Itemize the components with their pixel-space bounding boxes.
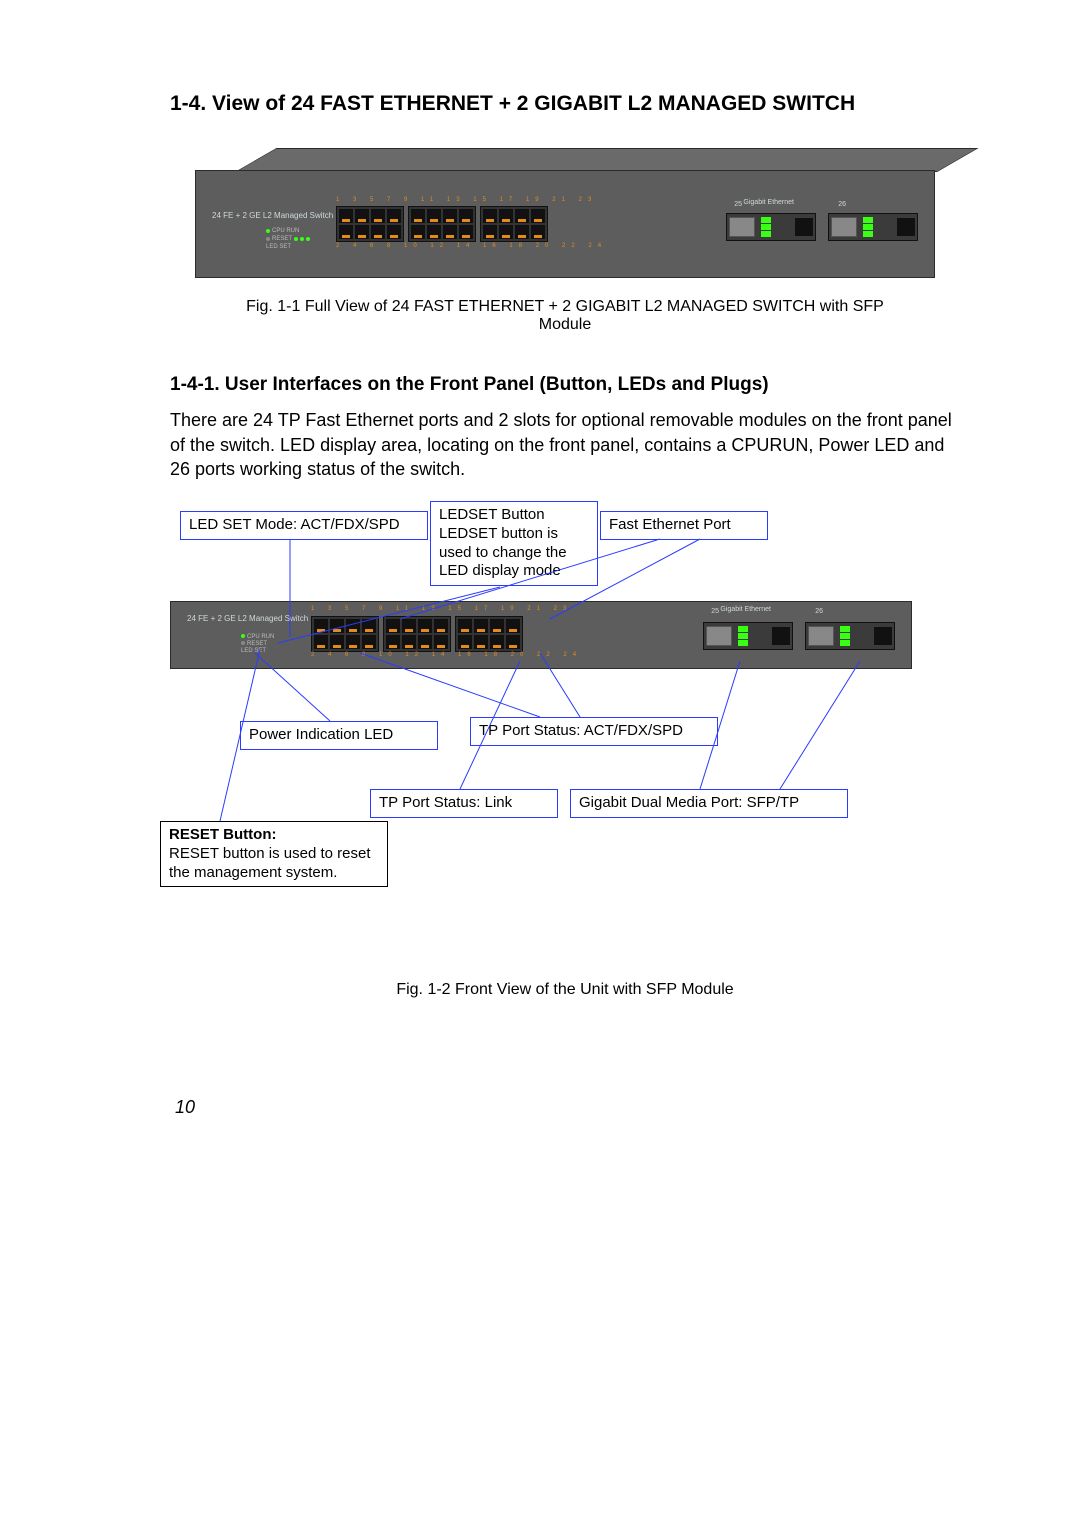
gigabit-ethernet-label: Gigabit Ethernet <box>743 199 794 206</box>
sfp-port-25-label: 25 <box>734 201 742 208</box>
page-number: 10 <box>175 1097 195 1118</box>
port-numbers-even: 2 4 6 8 10 12 14 16 18 20 22 24 <box>336 243 607 249</box>
figure-1-1-caption: Fig. 1-1 Full View of 24 FAST ETHERNET +… <box>245 298 885 334</box>
sfp-module-26 <box>828 213 918 241</box>
callout-power-led: Power Indication LED <box>240 721 438 750</box>
sfp-port-26-label: 26 <box>838 201 846 208</box>
figure-1-2-diagram: LED SET Mode: ACT/FDX/SPD LEDSET Button … <box>160 501 920 951</box>
callout-tp-status-link: TP Port Status: Link <box>370 789 558 818</box>
callout-ledset-mode: LED SET Mode: ACT/FDX/SPD <box>180 511 428 540</box>
port-numbers-odd: 1 3 5 7 9 11 13 15 17 19 21 23 <box>336 197 597 203</box>
subsection-heading: 1-4-1. User Interfaces on the Front Pane… <box>170 374 960 396</box>
sfp-module-25 <box>726 213 816 241</box>
callout-reset-button: RESET Button: RESET button is used to re… <box>160 821 388 887</box>
switch-model-label: 24 FE + 2 GE L2 Managed Switch <box>212 211 333 220</box>
figure-1-2-caption: Fig. 1-2 Front View of the Unit with SFP… <box>245 981 885 999</box>
ethernet-port-row <box>336 206 548 242</box>
callout-gigabit-dual: Gigabit Dual Media Port: SFP/TP <box>570 789 848 818</box>
body-paragraph: There are 24 TP Fast Ethernet ports and … <box>170 408 960 481</box>
section-heading: 1-4. View of 24 FAST ETHERNET + 2 GIGABI… <box>170 90 960 118</box>
callout-ledset-button: LEDSET Button LEDSET button is used to c… <box>430 501 598 586</box>
switch-status-leds: CPU RUN RESET LED SET <box>266 227 312 251</box>
callout-tp-status-afs: TP Port Status: ACT/FDX/SPD <box>470 717 718 746</box>
figure-1-1-switch: 24 FE + 2 GE L2 Managed Switch CPU RUN R… <box>195 148 935 278</box>
callout-fast-ethernet: Fast Ethernet Port <box>600 511 768 540</box>
switch-model-label-2: 24 FE + 2 GE L2 Managed Switch <box>187 614 308 623</box>
